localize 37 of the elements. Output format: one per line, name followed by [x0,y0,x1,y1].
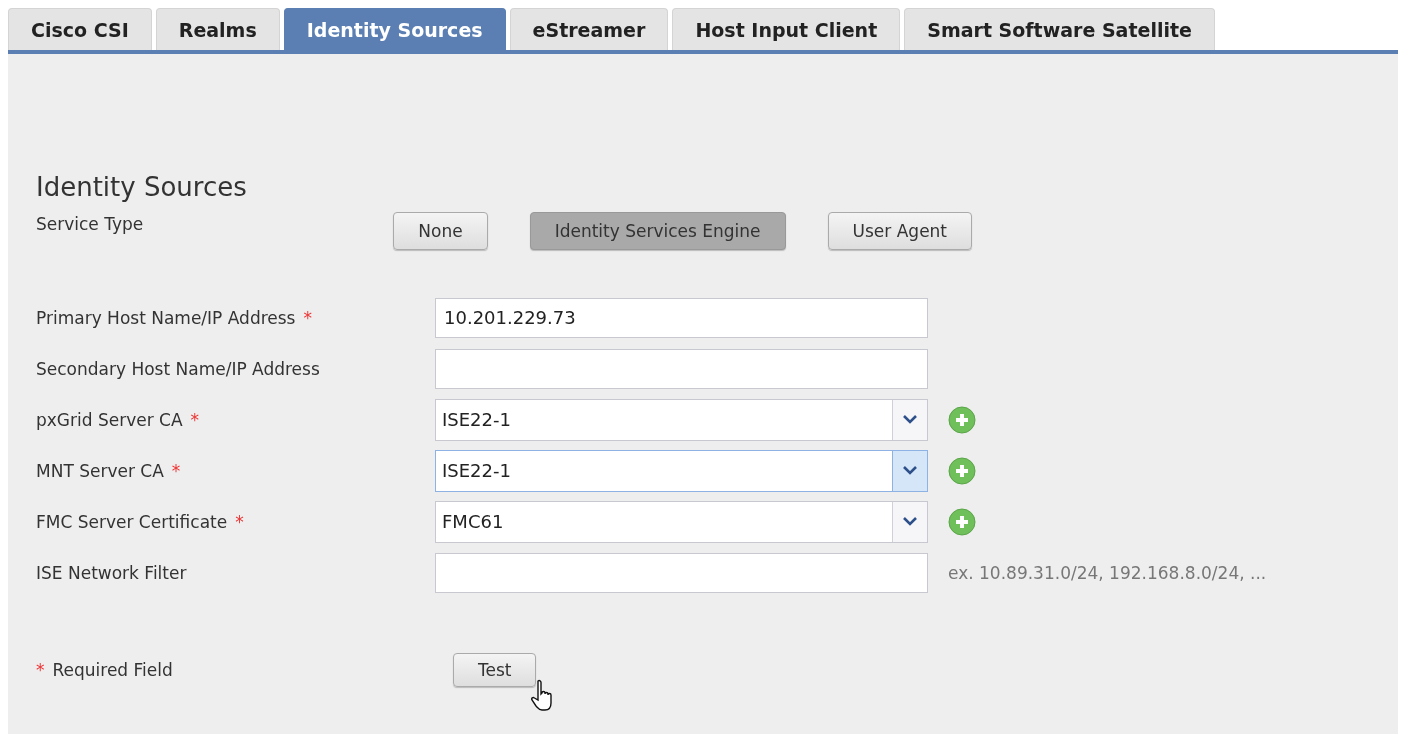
field-label: Secondary Host Name/IP Address [36,358,320,379]
required-asterisk: * [303,307,312,328]
test-button[interactable]: Test [453,652,537,687]
hint-text: ex. 10.89.31.0/24, 192.168.8.0/24, ... [948,562,1267,583]
chevron-down-icon [903,415,917,424]
field-label: MNT Server CA [36,460,164,481]
required-asterisk: * [171,460,181,481]
tab[interactable]: Cisco CSI [8,8,152,50]
required-asterisk: * [235,511,244,532]
field-label: ISE Network Filter [36,562,187,583]
text-field[interactable] [435,348,928,389]
field-label: Primary Host Name/IP Address [36,307,296,328]
field-label: FMC Server Certificate [36,511,228,532]
tab[interactable]: Smart Software Satellite [904,8,1215,50]
chevron-down-icon [903,466,917,475]
section-title: Identity Sources [36,172,248,202]
service-type-button[interactable]: User Agent [827,212,973,250]
chevron-down-icon [903,517,917,526]
tab[interactable]: Host Input Client [672,8,901,50]
dropdown[interactable]: ISE22-1 [435,398,928,441]
required-asterisk: * [190,409,200,430]
text-field[interactable] [435,552,928,593]
service-type-button[interactable]: None [393,212,488,250]
field-label: Service Type [36,214,144,234]
tab[interactable]: eStreamer [509,8,669,50]
field-label: pxGrid Server CA [36,409,183,430]
dropdown[interactable]: FMC61 [435,500,928,543]
required-asterisk: * [36,659,45,680]
service-type-button[interactable]: Identity Services Engine [529,212,786,250]
text-field[interactable]: 10.201.229.73 [435,297,928,338]
tab[interactable]: Realms [155,8,280,50]
required-note: Required Field [52,659,173,680]
tab[interactable]: Identity Sources [283,8,506,50]
add-icon[interactable] [948,405,976,434]
add-icon[interactable] [948,456,976,485]
dropdown[interactable]: ISE22-1 [435,449,928,492]
add-icon[interactable] [948,507,976,536]
